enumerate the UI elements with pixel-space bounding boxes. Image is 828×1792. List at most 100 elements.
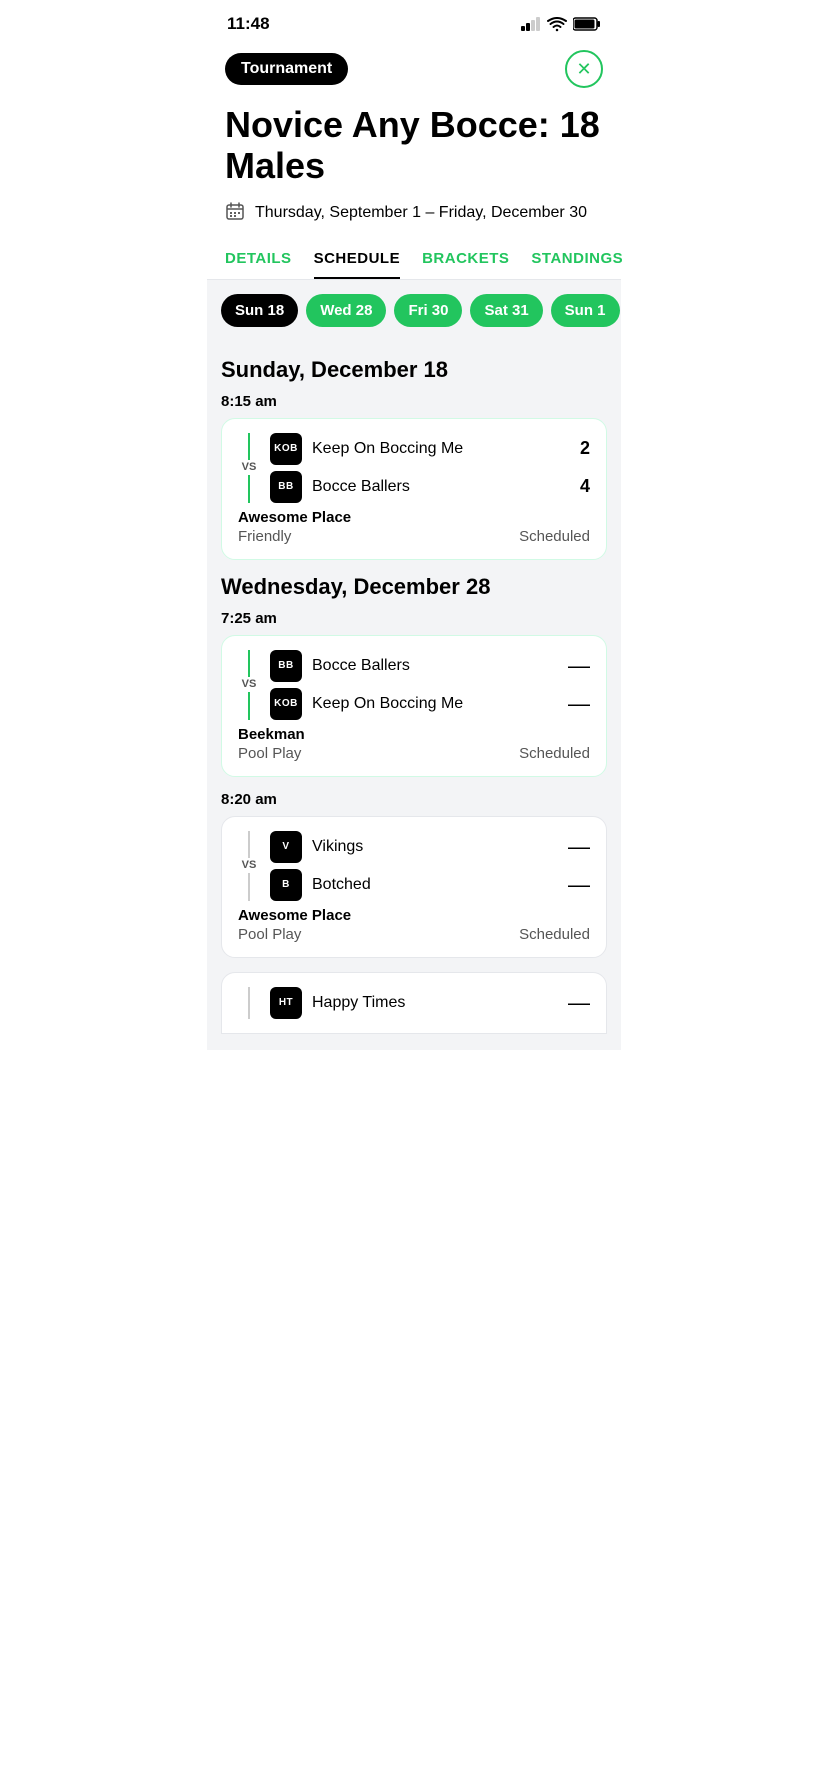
match-type-1: Friendly (238, 528, 291, 545)
title-section: Novice Any Bocce: 18 Males Thursday, Sep… (207, 98, 621, 238)
day-pills: Sun 18 Wed 28 Fri 30 Sat 31 Sun 1 Mon 2 (207, 280, 621, 341)
team-badge-v: V (270, 831, 302, 863)
day-header-dec18: Sunday, December 18 (221, 357, 607, 383)
team-name-kob2: Keep On Boccing Me (312, 695, 558, 713)
schedule-content: Sunday, December 18 8:15 am VS KOB Keep … (207, 341, 621, 1050)
tabs: DETAILS SCHEDULE BRACKETS STANDINGS (207, 238, 621, 280)
vs-column-2: VS (238, 650, 260, 720)
tournament-badge: Tournament (225, 53, 348, 85)
vs-line-bottom-2 (248, 692, 250, 720)
team-row-bb2: BB Bocce Ballers — (270, 650, 590, 682)
day-header-dec28: Wednesday, December 28 (221, 574, 607, 600)
signal-icon (521, 17, 541, 31)
team-score-kob2: — (568, 691, 590, 717)
partial-team-badge: HT (270, 987, 302, 1019)
match-location-3: Awesome Place (238, 907, 590, 924)
team-row-bb1: BB Bocce Ballers 4 (270, 471, 590, 503)
team-score-bb1: 4 (570, 476, 590, 497)
battery-icon (573, 17, 601, 31)
vs-column-3: VS (238, 831, 260, 901)
match-type-2: Pool Play (238, 745, 301, 762)
close-icon: ✕ (576, 59, 591, 80)
tab-brackets[interactable]: BRACKETS (422, 250, 509, 279)
tab-schedule[interactable]: SCHEDULE (314, 250, 401, 279)
match-bottom-3: Pool Play Scheduled (238, 926, 590, 943)
partial-match-teams: HT Happy Times — (238, 987, 590, 1019)
vs-label-1: VS (242, 460, 257, 475)
match-meta-3: Awesome Place Pool Play Scheduled (238, 907, 590, 943)
day-pill-sat31[interactable]: Sat 31 (470, 294, 542, 327)
match-card-2[interactable]: VS BB Bocce Ballers — KOB Keep On Boccin… (221, 635, 607, 777)
team-score-b: — (568, 872, 590, 898)
match-type-3: Pool Play (238, 926, 301, 943)
match-teams-2: VS BB Bocce Ballers — KOB Keep On Boccin… (238, 650, 590, 720)
header: Tournament ✕ (207, 42, 621, 98)
team-name-bb2: Bocce Ballers (312, 657, 558, 675)
team-badge-kob: KOB (270, 433, 302, 465)
team-row-kob2: KOB Keep On Boccing Me — (270, 688, 590, 720)
partial-vs-line (248, 987, 250, 1019)
time-label-820: 8:20 am (221, 791, 607, 808)
status-bar: 11:48 (207, 0, 621, 42)
teams-col-2: BB Bocce Ballers — KOB Keep On Boccing M… (270, 650, 590, 720)
main-title: Novice Any Bocce: 18 Males (225, 104, 603, 187)
time-label-725: 7:25 am (221, 610, 607, 627)
teams-col-3: V Vikings — B Botched — (270, 831, 590, 901)
match-card-3[interactable]: VS V Vikings — B Botched — Awesome Place… (221, 816, 607, 958)
team-row-kob: KOB Keep On Boccing Me 2 (270, 433, 590, 465)
partial-team-row: HT Happy Times — (270, 987, 590, 1019)
partial-card: HT Happy Times — (221, 972, 607, 1034)
team-badge-bb2: BB (270, 650, 302, 682)
day-pill-wed28[interactable]: Wed 28 (306, 294, 386, 327)
teams-col-1: KOB Keep On Boccing Me 2 BB Bocce Baller… (270, 433, 590, 503)
vs-label-2: VS (242, 677, 257, 692)
day-pill-sun18[interactable]: Sun 18 (221, 294, 298, 327)
partial-vs-column (238, 987, 260, 1019)
day-pill-fri30[interactable]: Fri 30 (394, 294, 462, 327)
team-score-bb2: — (568, 653, 590, 679)
vs-line-bottom-3 (248, 873, 250, 901)
team-badge-bb1: BB (270, 471, 302, 503)
team-badge-b: B (270, 869, 302, 901)
team-row-v: V Vikings — (270, 831, 590, 863)
team-name-bb1: Bocce Ballers (312, 478, 560, 496)
match-card-1[interactable]: VS KOB Keep On Boccing Me 2 BB Bocce Bal… (221, 418, 607, 560)
team-badge-kob2: KOB (270, 688, 302, 720)
match-bottom-2: Pool Play Scheduled (238, 745, 590, 762)
tab-details[interactable]: DETAILS (225, 250, 292, 279)
match-meta-2: Beekman Pool Play Scheduled (238, 726, 590, 762)
vs-line-top-2 (248, 650, 250, 678)
match-teams-3: VS V Vikings — B Botched — (238, 831, 590, 901)
tab-standings[interactable]: STANDINGS (531, 250, 623, 279)
status-time: 11:48 (227, 14, 270, 34)
team-name-b: Botched (312, 876, 558, 894)
vs-line-top-1 (248, 433, 250, 461)
match-bottom-1: Friendly Scheduled (238, 528, 590, 545)
status-icons (521, 17, 601, 32)
time-label-815: 8:15 am (221, 393, 607, 410)
match-meta-1: Awesome Place Friendly Scheduled (238, 509, 590, 545)
vs-column-1: VS (238, 433, 260, 503)
partial-team-score: — (568, 990, 590, 1016)
team-row-b: B Botched — (270, 869, 590, 901)
match-teams-1: VS KOB Keep On Boccing Me 2 BB Bocce Bal… (238, 433, 590, 503)
team-name-v: Vikings (312, 838, 558, 856)
match-status-2: Scheduled (519, 745, 590, 762)
team-score-kob: 2 (570, 438, 590, 459)
partial-teams-col: HT Happy Times — (270, 987, 590, 1019)
match-status-3: Scheduled (519, 926, 590, 943)
match-status-1: Scheduled (519, 528, 590, 545)
date-range: Thursday, September 1 – Friday, December… (255, 204, 587, 222)
match-location-1: Awesome Place (238, 509, 590, 526)
vs-label-3: VS (242, 858, 257, 873)
team-score-v: — (568, 834, 590, 860)
day-pill-sun1[interactable]: Sun 1 (551, 294, 620, 327)
vs-line-bottom-1 (248, 475, 250, 503)
match-location-2: Beekman (238, 726, 590, 743)
vs-line-top-3 (248, 831, 250, 859)
team-name-kob: Keep On Boccing Me (312, 440, 560, 458)
partial-team-name: Happy Times (312, 994, 558, 1012)
close-button[interactable]: ✕ (565, 50, 603, 88)
wifi-icon (547, 17, 567, 32)
calendar-icon (225, 201, 245, 226)
